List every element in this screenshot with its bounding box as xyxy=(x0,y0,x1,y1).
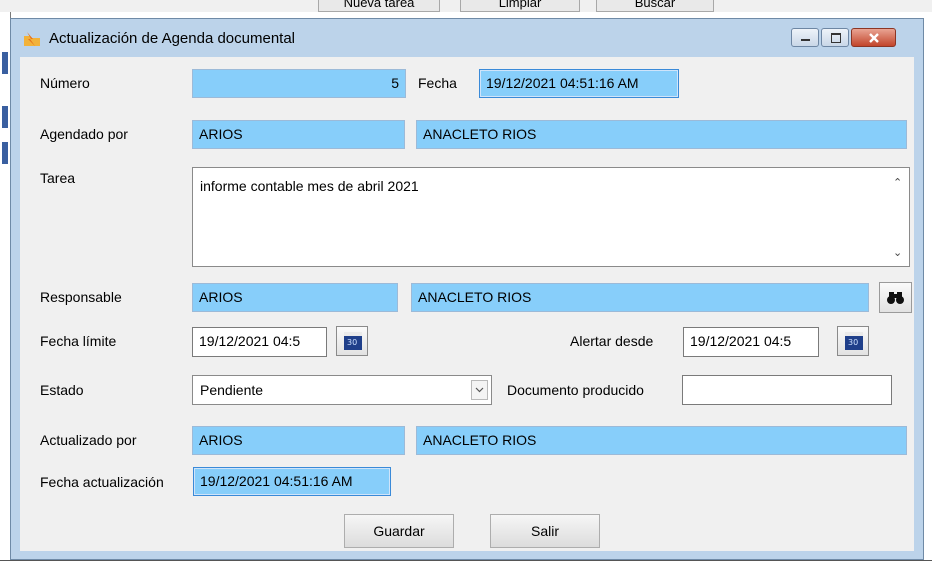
fecha-actualizacion-field[interactable]: 19/12/2021 04:51:16 AM xyxy=(193,467,391,496)
tarea-scrollbar[interactable]: ⌃ ⌄ xyxy=(887,168,909,266)
fecha-label: Fecha xyxy=(418,75,457,91)
binoculars-icon xyxy=(887,292,904,304)
actualizado-por-code-field[interactable]: ARIOS xyxy=(192,426,405,455)
limpiar-button[interactable]: Limpiar xyxy=(460,0,580,12)
estado-value: Pendiente xyxy=(200,382,264,398)
numero-label: Número xyxy=(40,75,90,91)
maximize-icon xyxy=(831,33,841,43)
alertar-desde-field[interactable]: 19/12/2021 04:5 xyxy=(683,327,819,357)
window-title: Actualización de Agenda documental xyxy=(49,30,296,47)
responsable-label: Responsable xyxy=(40,289,122,305)
numero-field[interactable]: 5 xyxy=(192,69,406,98)
actualizado-por-name-field[interactable]: ANACLETO RIOS xyxy=(416,426,907,455)
alertar-desde-calendar-button[interactable]: 30 xyxy=(837,326,869,356)
guardar-button[interactable]: Guardar xyxy=(344,514,454,548)
close-icon xyxy=(869,33,879,43)
estado-label: Estado xyxy=(40,382,84,398)
estado-select[interactable]: Pendiente xyxy=(192,375,492,405)
documento-producido-label: Documento producido xyxy=(507,382,644,398)
form-body: Número 5 Fecha 19/12/2021 04:51:16 AM Ag… xyxy=(20,57,914,551)
salir-button[interactable]: Salir xyxy=(490,514,600,548)
background-grid-bottom xyxy=(0,560,932,572)
nueva-tarea-button[interactable]: Nueva tarea xyxy=(318,0,440,12)
title-bar[interactable]: Actualización de Agenda documental xyxy=(11,19,923,57)
tarea-text: informe contable mes de abril 2021 xyxy=(200,178,419,194)
search-responsable-button[interactable] xyxy=(879,282,912,313)
fecha-actualizacion-label: Fecha actualización xyxy=(40,474,164,490)
responsable-code-field[interactable]: ARIOS xyxy=(192,283,398,312)
maximize-button[interactable] xyxy=(821,28,849,47)
alertar-desde-label: Alertar desde xyxy=(570,333,654,349)
background-toolbar: Nueva tarea Limpiar Buscar xyxy=(0,0,932,12)
buscar-button[interactable]: Buscar xyxy=(596,0,714,12)
scroll-down-icon[interactable]: ⌄ xyxy=(893,246,902,259)
fecha-limite-label: Fecha límite xyxy=(40,333,117,349)
tarea-label: Tarea xyxy=(40,170,76,186)
fecha-limite-field[interactable]: 19/12/2021 04:5 xyxy=(192,327,327,357)
agendado-por-name-field[interactable]: ANACLETO RIOS xyxy=(416,120,907,149)
minimize-icon xyxy=(801,39,810,41)
scroll-up-icon[interactable]: ⌃ xyxy=(893,176,902,189)
tarea-textarea[interactable]: informe contable mes de abril 2021 ⌃ ⌄ xyxy=(192,167,910,267)
calendar-icon: 30 xyxy=(344,332,362,350)
lightning-folder-icon xyxy=(24,32,40,46)
actualizado-por-label: Actualizado por xyxy=(40,432,137,448)
estado-dropdown-button[interactable] xyxy=(471,380,488,400)
agenda-update-window: Actualización de Agenda documental Númer… xyxy=(10,18,924,560)
close-button[interactable] xyxy=(851,28,896,47)
chevron-down-icon xyxy=(475,387,484,393)
responsable-name-field[interactable]: ANACLETO RIOS xyxy=(411,283,869,312)
fecha-field[interactable]: 19/12/2021 04:51:16 AM xyxy=(479,69,679,98)
agendado-por-label: Agendado por xyxy=(40,126,128,142)
documento-producido-field[interactable] xyxy=(682,375,892,405)
agendado-por-code-field[interactable]: ARIOS xyxy=(192,120,405,149)
minimize-button[interactable] xyxy=(791,28,819,47)
calendar-icon: 30 xyxy=(845,332,863,350)
fecha-limite-calendar-button[interactable]: 30 xyxy=(336,326,368,356)
